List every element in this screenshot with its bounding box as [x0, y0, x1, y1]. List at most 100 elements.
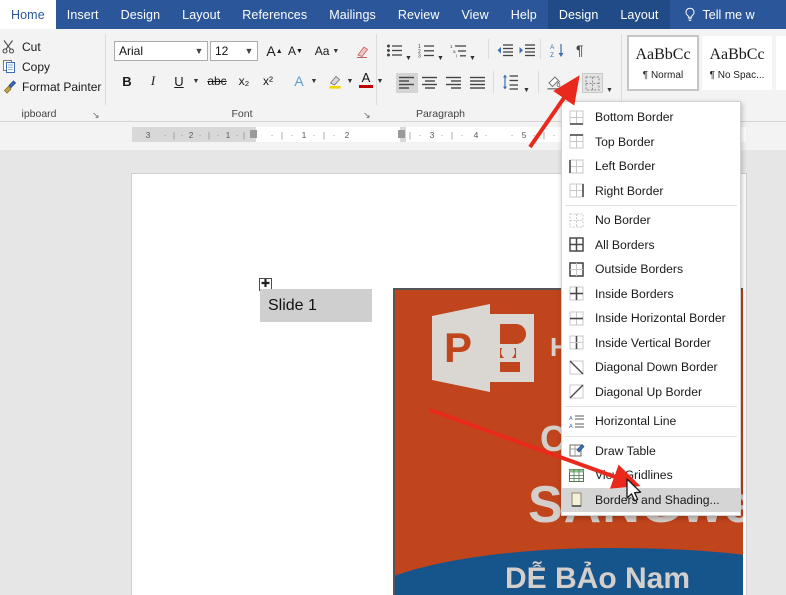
change-case-button[interactable]: Aa ▼: [312, 41, 342, 61]
table-cell-slide-1[interactable]: Slide 1: [260, 289, 372, 322]
bullets-button[interactable]: [386, 43, 403, 58]
menu-item-outside-borders[interactable]: Outside Borders: [562, 257, 740, 282]
format-painter-button[interactable]: Format Painter: [2, 79, 101, 94]
italic-button[interactable]: I: [143, 71, 163, 91]
bold-button[interactable]: B: [117, 71, 137, 91]
menu-item-view-gridlines[interactable]: View Gridlines: [562, 463, 740, 488]
chevron-down-icon: ▼: [437, 55, 444, 62]
border-inside-vertical-icon: [568, 334, 585, 351]
menu-item-diagonal-down-border[interactable]: Diagonal Down Border: [562, 355, 740, 380]
menu-item-borders-and-shading[interactable]: Borders and Shading...: [562, 487, 740, 512]
tab-label: Review: [397, 7, 440, 22]
style-normal[interactable]: AaBbCc ¶ Normal: [627, 35, 699, 91]
menu-item-left-border[interactable]: Left Border: [562, 154, 740, 179]
ruler-tick: 2: [188, 129, 194, 140]
chevron-down-icon: ▼: [405, 55, 412, 62]
tab-label: Help: [510, 7, 537, 22]
tab-insert[interactable]: Insert: [56, 0, 110, 29]
menu-item-top-border[interactable]: Top Border: [562, 130, 740, 155]
border-bottom-icon: [568, 109, 585, 126]
text-highlight-button[interactable]: [323, 69, 345, 91]
menu-item-no-border[interactable]: No Border: [562, 208, 740, 233]
menu-item-label: Inside Vertical Border: [595, 335, 711, 350]
menu-item-all-borders[interactable]: All Borders: [562, 233, 740, 258]
menu-item-bottom-border[interactable]: Bottom Border: [562, 105, 740, 130]
menu-item-right-border[interactable]: Right Border: [562, 179, 740, 204]
multilevel-list-button[interactable]: 1ai: [450, 43, 467, 58]
style-heading1[interactable]: A H: [775, 35, 786, 91]
style-no-spacing[interactable]: AaBbCc ¶ No Spac...: [701, 35, 773, 91]
clear-formatting-icon: [355, 44, 370, 59]
border-all-icon: [568, 236, 585, 253]
show-formatting-marks-button[interactable]: ¶: [576, 42, 584, 58]
menu-item-label: Left Border: [595, 159, 656, 174]
menu-item-inside-horizontal-border[interactable]: Inside Horizontal Border: [562, 306, 740, 331]
menu-item-draw-table[interactable]: Draw Table: [562, 439, 740, 464]
menu-item-inside-borders[interactable]: Inside Borders: [562, 282, 740, 307]
align-right-button[interactable]: [446, 76, 462, 90]
shrink-font-button[interactable]: A ▼: [286, 41, 305, 61]
numbering-button[interactable]: 123: [418, 43, 435, 58]
borders-dropdown[interactable]: ▼: [606, 79, 613, 97]
menu-item-horizontal-line[interactable]: AA Horizontal Line: [562, 409, 740, 434]
shading-button[interactable]: [546, 74, 564, 90]
tab-review[interactable]: Review: [387, 0, 451, 29]
tab-label: Design: [120, 7, 161, 22]
clipboard-dialog-launcher[interactable]: ↘: [92, 110, 102, 120]
menu-item-label: Inside Horizontal Border: [595, 311, 726, 326]
text-effects-button[interactable]: A: [289, 71, 309, 91]
tab-mailings[interactable]: Mailings: [318, 0, 387, 29]
svg-text:A: A: [550, 44, 555, 51]
style-name: ¶ No Spac...: [709, 69, 765, 81]
menu-item-inside-vertical-border[interactable]: Inside Vertical Border: [562, 331, 740, 356]
justify-button[interactable]: [470, 76, 486, 90]
tab-home[interactable]: Home: [0, 0, 56, 29]
tell-me-search[interactable]: Tell me w: [670, 0, 765, 29]
sort-button[interactable]: AZ: [550, 42, 567, 59]
menu-item-diagonal-up-border[interactable]: Diagonal Up Border: [562, 380, 740, 405]
style-name: ¶ Normal: [642, 69, 684, 81]
tab-view[interactable]: View: [450, 0, 499, 29]
grow-font-button[interactable]: A ▲: [265, 41, 284, 61]
copy-icon: [2, 59, 17, 74]
line-spacing-button[interactable]: [502, 74, 519, 90]
bullets-dropdown[interactable]: ▼: [405, 47, 412, 65]
cut-button[interactable]: Cut: [2, 39, 41, 54]
menu-item-label: No Border: [595, 213, 651, 228]
tab-help[interactable]: Help: [500, 0, 548, 29]
svg-text:Z: Z: [550, 52, 554, 59]
numbering-dropdown[interactable]: ▼: [437, 47, 444, 65]
font-name-combo[interactable]: Arial ▼: [114, 41, 208, 61]
tab-table-layout[interactable]: Layout: [609, 0, 669, 29]
decrease-indent-button[interactable]: [497, 43, 514, 58]
font-color-button[interactable]: A: [357, 67, 375, 91]
underline-dropdown[interactable]: ▼: [191, 71, 201, 91]
underline-button[interactable]: U: [169, 71, 189, 91]
borders-button[interactable]: [582, 73, 603, 93]
multilevel-list-dropdown[interactable]: ▼: [469, 47, 476, 65]
tab-design[interactable]: Design: [110, 0, 172, 29]
shading-dropdown[interactable]: ▼: [568, 79, 575, 97]
borders-dropdown-menu[interactable]: Bottom Border Top Border Left Border Rig…: [561, 101, 741, 516]
text-highlight-dropdown[interactable]: ▼: [345, 71, 355, 91]
tab-table-design[interactable]: Design: [548, 0, 610, 29]
superscript-button[interactable]: x²: [257, 71, 279, 91]
subscript-button[interactable]: x₂: [233, 71, 255, 91]
line-spacing-dropdown[interactable]: ▼: [523, 79, 530, 97]
text-effects-dropdown[interactable]: ▼: [309, 71, 319, 91]
tab-references[interactable]: References: [231, 0, 318, 29]
group-label-clipboard: ipboard: [21, 108, 57, 120]
font-size-combo[interactable]: 12 ▼: [210, 41, 258, 61]
draw-table-icon: [568, 442, 585, 459]
strikethrough-button[interactable]: abc: [204, 71, 230, 91]
highlighter-icon: [327, 73, 342, 89]
increase-indent-button[interactable]: [519, 43, 536, 58]
copy-button[interactable]: Copy: [2, 59, 50, 74]
border-none-icon: [568, 212, 585, 229]
menu-separator: [565, 435, 737, 437]
tab-layout[interactable]: Layout: [171, 0, 231, 29]
clear-formatting-button[interactable]: [352, 41, 372, 61]
align-center-button[interactable]: [422, 76, 438, 90]
border-inside-horizontal-icon: [568, 310, 585, 327]
align-left-button[interactable]: [396, 73, 418, 93]
